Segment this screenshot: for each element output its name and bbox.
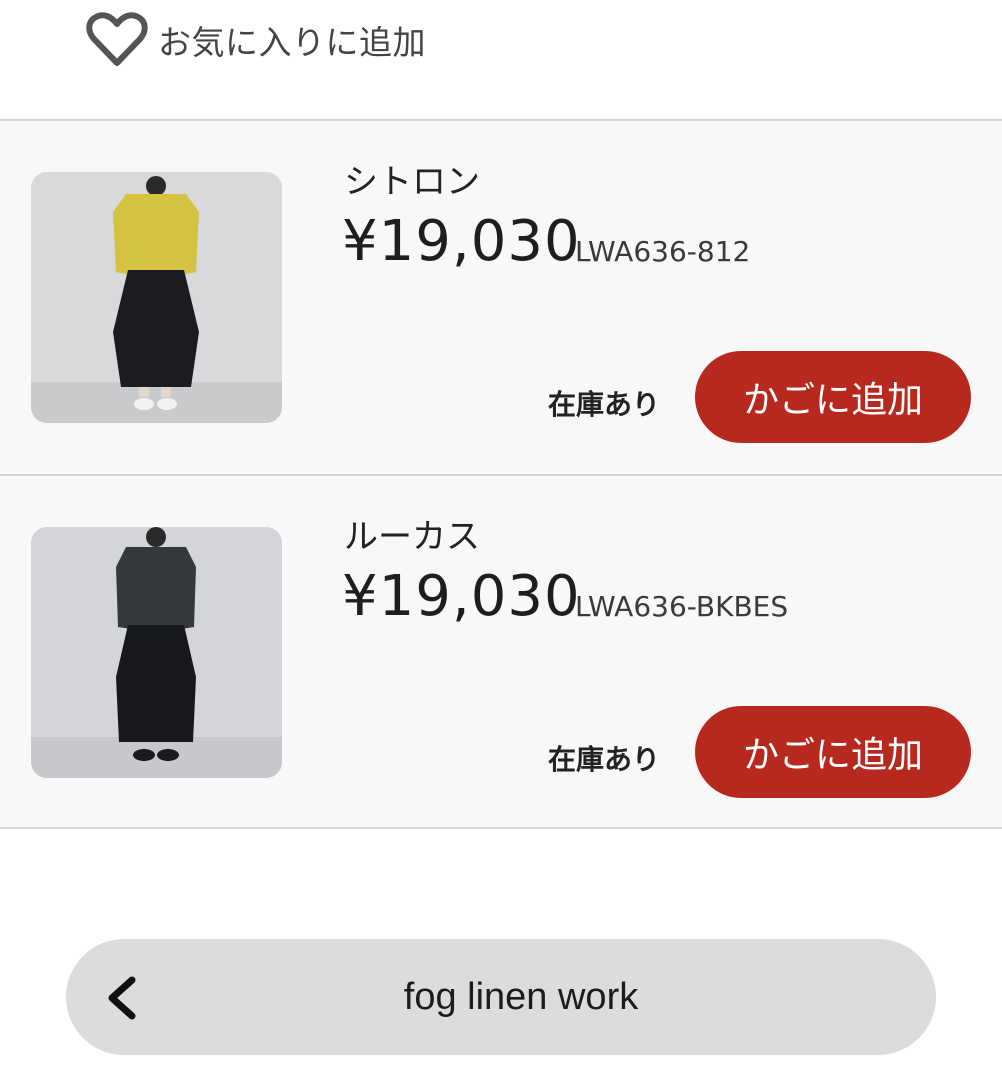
product-code: LWA636-812 <box>575 235 751 268</box>
product-page: お気に入りに追加 シトロン ¥19,030 LWA636-812 在庫あり かご… <box>0 0 1002 1080</box>
product-name[interactable]: シトロン <box>344 154 480 203</box>
add-to-cart-button[interactable]: かごに追加 <box>695 706 971 798</box>
product-price: ¥19,030 <box>342 209 581 274</box>
stock-status: 在庫あり <box>548 743 661 776</box>
add-to-favorites[interactable]: お気に入りに追加 <box>86 12 426 68</box>
product-row: ルーカス ¥19,030 LWA636-BKBES 在庫あり かごに追加 <box>0 474 1002 829</box>
product-thumbnail[interactable] <box>31 172 282 423</box>
product-code: LWA636-BKBES <box>575 590 789 623</box>
stock-status: 在庫あり <box>548 388 661 421</box>
product-row: シトロン ¥19,030 LWA636-812 在庫あり かごに追加 <box>0 119 1002 474</box>
favorites-label: お気に入りに追加 <box>158 23 426 62</box>
back-to-brand-button[interactable] <box>66 939 936 1055</box>
heart-outline-icon <box>86 12 148 68</box>
chevron-left-icon[interactable] <box>104 974 140 1022</box>
product-price: ¥19,030 <box>342 564 581 629</box>
product-thumbnail[interactable] <box>31 527 282 778</box>
add-to-cart-button[interactable]: かごに追加 <box>695 351 971 443</box>
product-name[interactable]: ルーカス <box>344 509 480 558</box>
product-list: シトロン ¥19,030 LWA636-812 在庫あり かごに追加 ルーカス … <box>0 119 1002 829</box>
